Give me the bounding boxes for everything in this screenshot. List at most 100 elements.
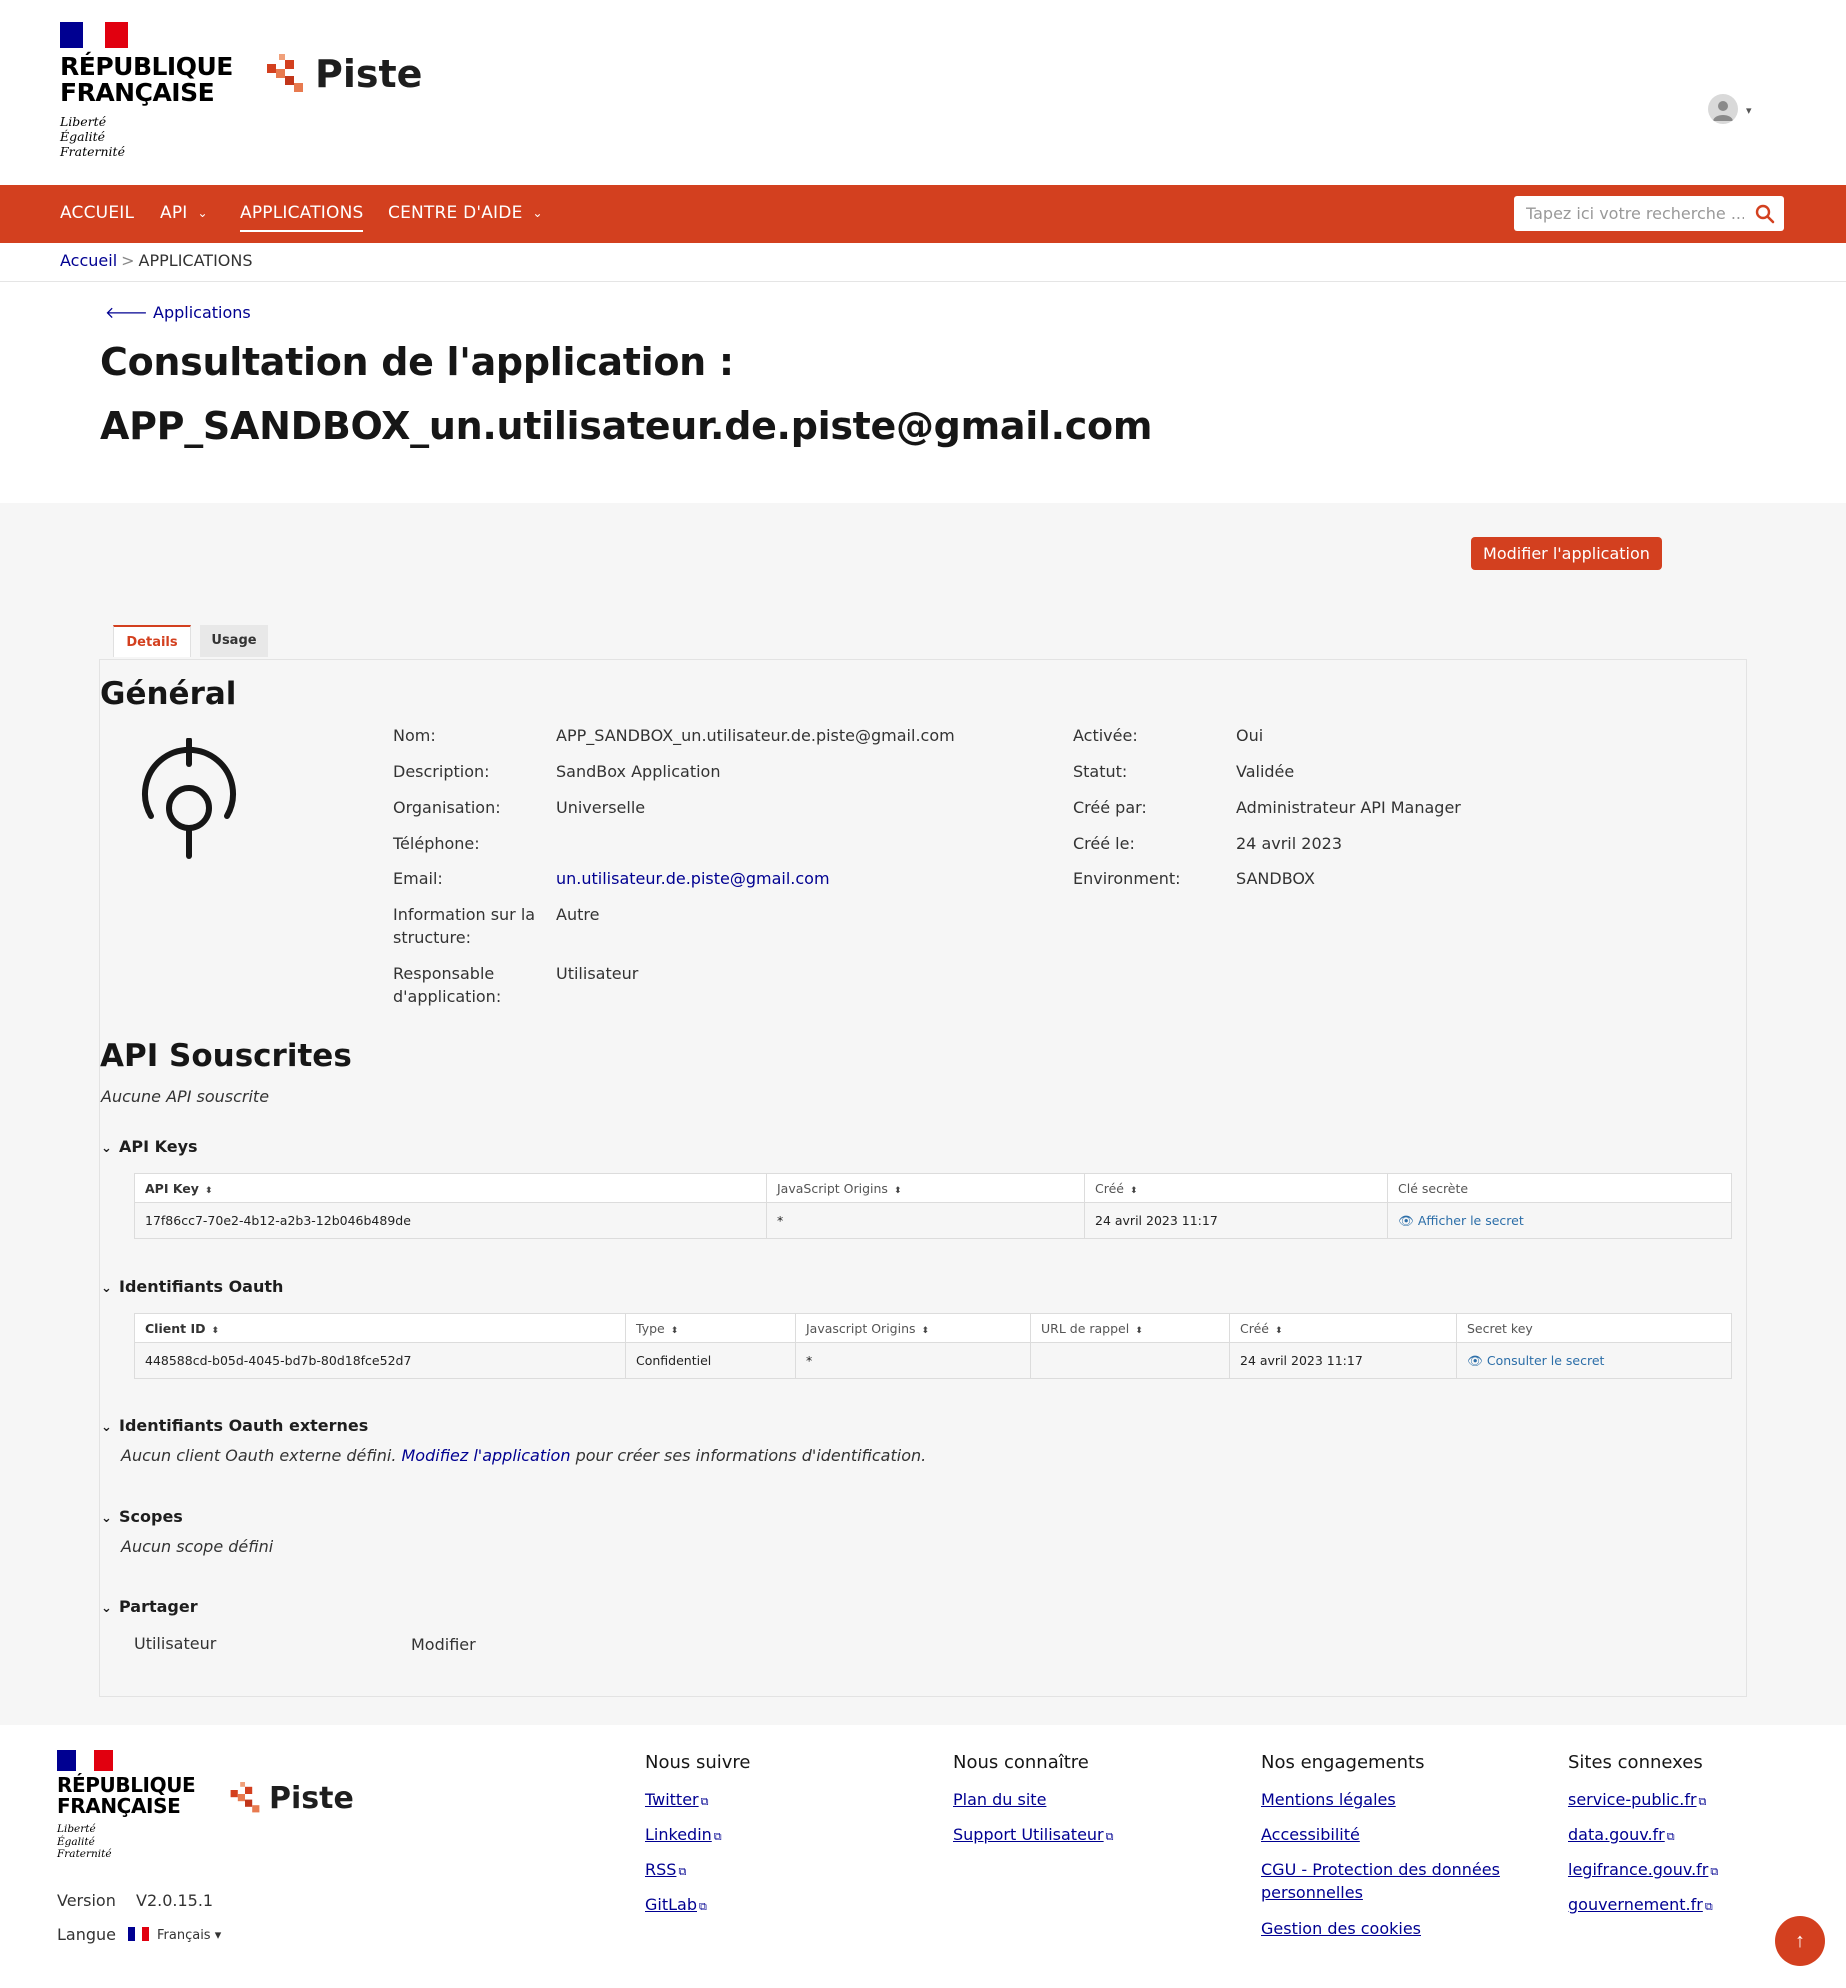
sort-icon: ⬍ xyxy=(1129,1185,1138,1196)
column-header[interactable]: Javascript Origins ⬍ xyxy=(795,1313,1031,1343)
sort-icon: ⬍ xyxy=(204,1185,213,1196)
version-label: Version xyxy=(57,1891,116,1910)
footer-link-mentions[interactable]: Mentions légales xyxy=(1261,1788,1396,1811)
api-subscribed-title: API Souscrites xyxy=(100,1038,352,1074)
footer-link-linkedin[interactable]: Linkedin ⧉ xyxy=(645,1823,722,1848)
api-keys-toggle[interactable]: ⌄ API Keys xyxy=(101,1137,198,1156)
field-label-description: Description: xyxy=(393,762,490,781)
field-value-description: SandBox Application xyxy=(556,762,721,781)
created-cell: 24 avril 2023 11:17 xyxy=(1229,1342,1457,1379)
rf-motto: Liberté Égalité Fraternité xyxy=(60,114,125,159)
field-label-statut: Statut: xyxy=(1073,762,1128,781)
share-toggle[interactable]: ⌄ Partager xyxy=(101,1597,198,1616)
api-key-cell: 17f86cc7-70e2-4b12-a2b3-12b046b489de xyxy=(134,1202,767,1239)
header: RÉPUBLIQUE FRANÇAISE Liberté Égalité Fra… xyxy=(0,0,1846,185)
nav-item-applications[interactable]: APPLICATIONS xyxy=(240,203,364,232)
chevron-down-icon: ⌄ xyxy=(101,1511,112,1526)
marianne-flag-icon xyxy=(60,22,129,48)
field-label-nom: Nom: xyxy=(393,726,436,745)
share-modify-button[interactable]: Modifier xyxy=(411,1633,476,1656)
caret-down-icon[interactable]: ▾ xyxy=(1746,104,1752,117)
modify-application-link[interactable]: Modifiez l'application xyxy=(402,1446,571,1465)
field-label-cree-par: Créé par: xyxy=(1073,798,1147,817)
modify-application-button[interactable]: Modifier l'application xyxy=(1471,537,1662,570)
footer-link-cookies[interactable]: Gestion des cookies xyxy=(1261,1917,1421,1940)
brand-name: Piste xyxy=(269,1780,354,1816)
footer-link-service-public[interactable]: service-public.fr ⧉ xyxy=(1568,1788,1706,1813)
show-secret-link[interactable]: 👁 Afficher le secret xyxy=(1398,1213,1524,1228)
footer-col-title: Sites connexes xyxy=(1568,1752,1703,1773)
nav-item-centre-aide[interactable]: CENTRE D'AIDE ⌄ xyxy=(388,203,543,223)
nav-item-accueil[interactable]: ACCUEIL xyxy=(60,203,134,223)
column-header[interactable]: Type ⬍ xyxy=(625,1313,796,1343)
client-id-cell: 448588cd-b05d-4045-bd7b-80d18fce52d7 xyxy=(134,1342,626,1379)
external-link-icon: ⧉ xyxy=(699,1900,707,1913)
sort-icon: ⬍ xyxy=(921,1325,930,1336)
email-link[interactable]: un.utilisateur.de.piste@gmail.com xyxy=(556,869,830,888)
nav-item-api[interactable]: API ⌄ xyxy=(160,203,208,223)
footer-link-rss[interactable]: RSS ⧉ xyxy=(645,1858,686,1883)
external-link-icon: ⧉ xyxy=(1704,1900,1713,1913)
scopes-toggle[interactable]: ⌄ Scopes xyxy=(101,1507,183,1526)
field-label-responsable: Responsable d'application: xyxy=(393,964,502,1006)
republique-francaise-logo[interactable]: RÉPUBLIQUE FRANÇAISE Liberté Égalité Fra… xyxy=(60,22,233,159)
field-value-environment: SANDBOX xyxy=(1236,869,1315,888)
column-header[interactable]: JavaScript Origins ⬍ xyxy=(766,1173,1085,1203)
column-header[interactable]: Créé ⬍ xyxy=(1084,1173,1388,1203)
tab-details[interactable]: Details xyxy=(113,625,191,657)
footer-link-support[interactable]: Support Utilisateur ⧉ xyxy=(953,1823,1114,1848)
french-flag-icon xyxy=(128,1927,149,1941)
footer-col-title: Nous connaître xyxy=(953,1752,1089,1773)
footer-link-accessibilite[interactable]: Accessibilité xyxy=(1261,1823,1360,1846)
column-header: Clé secrète xyxy=(1387,1173,1732,1203)
arrow-up-icon: ↑ xyxy=(1795,1929,1805,1952)
footer-link-plan-du-site[interactable]: Plan du site xyxy=(953,1788,1046,1811)
search-input[interactable] xyxy=(1514,196,1744,231)
oauth-toggle[interactable]: ⌄ Identifiants Oauth xyxy=(101,1277,283,1296)
rf-name: RÉPUBLIQUE FRANÇAISE xyxy=(57,1773,196,1818)
eye-icon: 👁 xyxy=(1398,1212,1418,1228)
column-header: Secret key xyxy=(1456,1313,1732,1343)
chevron-down-icon: ⌄ xyxy=(101,1601,112,1616)
oauth-external-toggle[interactable]: ⌄ Identifiants Oauth externes xyxy=(101,1416,368,1435)
rf-motto: Liberté Égalité Fraternité xyxy=(57,1823,112,1860)
callback-cell xyxy=(1030,1342,1230,1379)
secret-cell: 👁 Consulter le secret xyxy=(1456,1342,1732,1379)
created-cell: 24 avril 2023 11:17 xyxy=(1084,1202,1388,1239)
column-header[interactable]: Créé ⬍ xyxy=(1229,1313,1457,1343)
breadcrumb-home[interactable]: Accueil xyxy=(60,251,117,270)
footer-link-cgu[interactable]: CGU - Protection des données personnelle… xyxy=(1261,1858,1521,1904)
footer-col-title: Nos engagements xyxy=(1261,1752,1425,1773)
chevron-down-icon: ⌄ xyxy=(101,1420,112,1435)
page-title: Consultation de l'application : APP_SAND… xyxy=(100,340,1153,448)
footer-republique-logo[interactable]: RÉPUBLIQUE FRANÇAISE Liberté Égalité Fra… xyxy=(57,1750,196,1861)
field-label-structure: Information sur la structure: xyxy=(393,905,536,947)
view-secret-link[interactable]: 👁 Consulter le secret xyxy=(1467,1353,1604,1368)
back-to-top-button[interactable]: ↑ xyxy=(1775,1916,1825,1966)
field-value-statut: Validée xyxy=(1236,762,1295,781)
back-link[interactable]: 🡐 Applications xyxy=(105,302,251,322)
language-select[interactable]: Français ▾ xyxy=(128,1927,221,1943)
footer-link-gitlab[interactable]: GitLab ⧉ xyxy=(645,1893,707,1918)
origins-cell: * xyxy=(766,1202,1085,1239)
footer-link-twitter[interactable]: Twitter ⧉ xyxy=(645,1788,708,1813)
footer-link-data-gouv[interactable]: data.gouv.fr ⧉ xyxy=(1568,1823,1675,1848)
version-value: V2.0.15.1 xyxy=(136,1891,214,1910)
piste-logo[interactable]: Piste xyxy=(265,52,422,96)
field-value-activee: Oui xyxy=(1236,726,1264,745)
field-label-activee: Activée: xyxy=(1073,726,1138,745)
general-title: Général xyxy=(100,676,237,712)
oauth-table: Client ID ⬍ Type ⬍ Javascript Origins ⬍ URL… xyxy=(134,1313,1732,1379)
column-header[interactable]: URL de rappel ⬍ xyxy=(1030,1313,1230,1343)
footer-link-legifrance[interactable]: legifrance.gouv.fr ⧉ xyxy=(1568,1858,1718,1883)
external-link-icon: ⧉ xyxy=(1666,1830,1675,1843)
user-avatar[interactable] xyxy=(1708,94,1738,124)
search-icon[interactable] xyxy=(1755,204,1775,224)
search-box xyxy=(1514,196,1784,231)
footer-link-gouvernement[interactable]: gouvernement.fr ⧉ xyxy=(1568,1893,1713,1918)
chevron-down-icon: ⌄ xyxy=(101,1281,112,1296)
footer-piste-logo[interactable]: Piste xyxy=(229,1780,354,1816)
column-header[interactable]: API Key ⬍ xyxy=(134,1173,767,1203)
tab-usage[interactable]: Usage xyxy=(200,625,268,657)
column-header[interactable]: Client ID ⬍ xyxy=(134,1313,626,1343)
